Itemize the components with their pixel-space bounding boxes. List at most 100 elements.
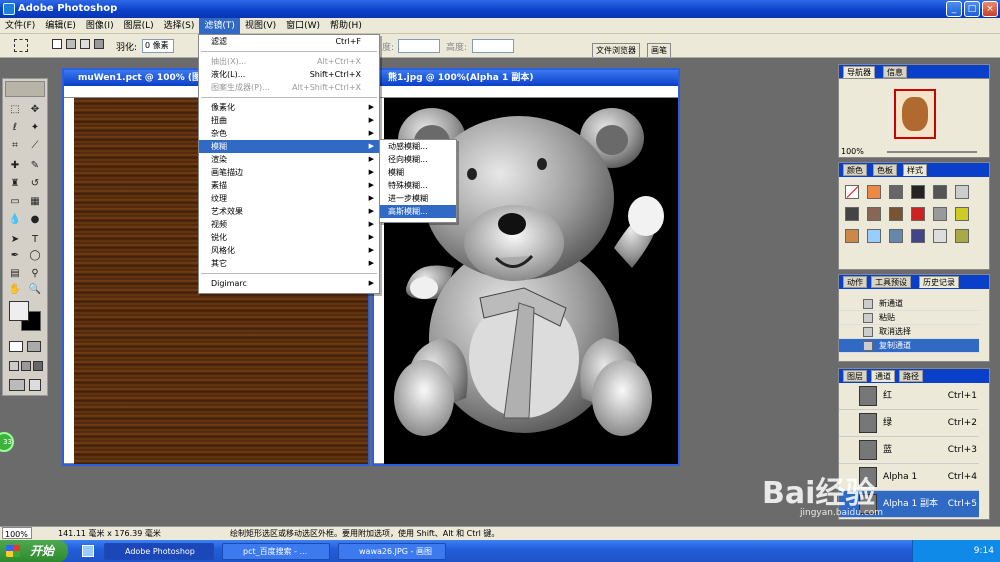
menu-filter[interactable]: 滤镜(T) xyxy=(199,18,240,34)
intersect-selection-icon[interactable] xyxy=(94,39,104,49)
history-item[interactable]: 取消选择 xyxy=(839,325,979,339)
filter-menu-item[interactable]: 滤滤 Ctrl+F xyxy=(199,35,379,48)
screen-mode-3-icon[interactable] xyxy=(33,361,43,371)
style-swatch[interactable] xyxy=(889,229,903,243)
foreground-color-swatch[interactable] xyxy=(9,301,29,321)
style-swatch[interactable] xyxy=(911,207,925,221)
tab-actions[interactable]: 动作 xyxy=(843,276,867,288)
style-swatch[interactable] xyxy=(933,229,947,243)
move-icon[interactable]: ✥ xyxy=(27,103,43,117)
blur-menu-item[interactable]: 特殊模糊... xyxy=(380,179,456,192)
style-swatch[interactable] xyxy=(889,185,903,199)
menu-window[interactable]: 窗口(W) xyxy=(281,18,325,34)
jump-to-icon[interactable] xyxy=(29,379,41,391)
blur-menu-item[interactable]: 模糊 xyxy=(380,166,456,179)
hand-icon[interactable]: ✋ xyxy=(7,283,23,297)
menu-help[interactable]: 帮助(H) xyxy=(325,18,367,34)
tab-styles[interactable]: 样式 xyxy=(903,164,927,176)
blur-menu-item[interactable]: 高斯模糊... xyxy=(380,205,456,218)
style-swatch[interactable] xyxy=(867,207,881,221)
screen-mode-2-icon[interactable] xyxy=(21,361,31,371)
screen-mode-1-icon[interactable] xyxy=(9,361,19,371)
eyedropper-icon[interactable]: ⚲ xyxy=(27,267,43,281)
style-swatch[interactable] xyxy=(955,207,969,221)
quick-mask-icon[interactable] xyxy=(27,341,41,352)
close-button[interactable]: × xyxy=(982,1,998,17)
path-select-icon[interactable]: ➤ xyxy=(7,233,23,247)
style-none[interactable] xyxy=(845,185,859,199)
crop-icon[interactable]: ⌗ xyxy=(7,139,23,153)
filter-menu-item[interactable]: 液化(L)... Shift+Ctrl+X xyxy=(199,68,379,81)
history-item[interactable]: 粘贴 xyxy=(839,311,979,325)
style-swatch[interactable] xyxy=(933,185,947,199)
filter-menu-item[interactable]: 纹理 ▶ xyxy=(199,192,379,205)
menu-view[interactable]: 视图(V) xyxy=(240,18,281,34)
task-paint[interactable]: wawa26.JPG - 画图 xyxy=(338,543,446,560)
show-desktop-icon[interactable] xyxy=(82,545,94,557)
blur-icon[interactable]: 💧 xyxy=(7,213,23,227)
style-swatch[interactable] xyxy=(955,185,969,199)
notes-icon[interactable]: ▤ xyxy=(7,267,23,281)
history-brush-icon[interactable]: ↺ xyxy=(27,177,43,191)
filter-menu-item[interactable]: 风格化 ▶ xyxy=(199,244,379,257)
magic-wand-icon[interactable]: ✦ xyxy=(27,121,43,135)
brush-icon[interactable]: ✎ xyxy=(27,159,43,173)
filter-menu-item[interactable]: 杂色 ▶ xyxy=(199,127,379,140)
filter-menu-item[interactable]: 扭曲 ▶ xyxy=(199,114,379,127)
filter-menu-item[interactable]: 素描 ▶ xyxy=(199,179,379,192)
history-item[interactable]: 复制通道 xyxy=(839,339,979,353)
doc2-title[interactable]: 熊1.jpg @ 100%(Alpha 1 副本) xyxy=(374,70,678,86)
gradient-icon[interactable]: ▦ xyxy=(27,195,43,209)
menu-layer[interactable]: 图层(L) xyxy=(119,18,159,34)
status-zoom[interactable]: 100% xyxy=(2,527,32,539)
height-input[interactable] xyxy=(472,39,514,53)
blur-menu-item[interactable]: 进一步模糊 xyxy=(380,192,456,205)
filter-menu-item[interactable]: Digimarc ▶ xyxy=(199,277,379,290)
menu-image[interactable]: 图像(I) xyxy=(81,18,119,34)
new-selection-icon[interactable] xyxy=(52,39,62,49)
channel-row[interactable]: 红 Ctrl+1 xyxy=(839,383,979,410)
navigator-zoom[interactable]: 100% xyxy=(841,147,864,156)
tab-brushes[interactable]: 画笔 xyxy=(647,43,671,57)
dodge-icon[interactable]: ● xyxy=(27,213,43,227)
feather-input[interactable]: 0 像素 xyxy=(142,39,174,53)
menu-file[interactable]: 文件(F) xyxy=(0,18,40,34)
eraser-icon[interactable]: ▭ xyxy=(7,195,23,209)
channel-row[interactable]: 绿 Ctrl+2 xyxy=(839,410,979,437)
style-swatch[interactable] xyxy=(911,185,925,199)
standard-mode-icon[interactable] xyxy=(9,341,23,352)
imageready-icon[interactable] xyxy=(9,379,25,391)
filter-menu-item[interactable]: 画笔描边 ▶ xyxy=(199,166,379,179)
type-icon[interactable]: T xyxy=(27,233,43,247)
style-swatch[interactable] xyxy=(845,207,859,221)
tab-color[interactable]: 颜色 xyxy=(843,164,867,176)
tab-navigator[interactable]: 导航器 xyxy=(843,66,875,78)
channel-row[interactable]: 蓝 Ctrl+3 xyxy=(839,437,979,464)
filter-menu-item[interactable]: 锐化 ▶ xyxy=(199,231,379,244)
history-item[interactable]: 新通道 xyxy=(839,297,979,311)
style-swatch[interactable] xyxy=(933,207,947,221)
filter-menu-item[interactable]: 视频 ▶ xyxy=(199,218,379,231)
stamp-icon[interactable]: ♜ xyxy=(7,177,23,191)
filter-menu-item[interactable]: 艺术效果 ▶ xyxy=(199,205,379,218)
zoom-icon[interactable]: 🔍 xyxy=(27,283,43,297)
task-photoshop[interactable]: Adobe Photoshop xyxy=(104,543,214,560)
tab-swatches[interactable]: 色板 xyxy=(873,164,897,176)
width-input[interactable] xyxy=(398,39,440,53)
pen-icon[interactable]: ✒ xyxy=(7,249,23,263)
marquee-tool-icon[interactable] xyxy=(14,39,28,52)
filter-menu-item[interactable]: 像素化 ▶ xyxy=(199,101,379,114)
blur-menu-item[interactable]: 动感模糊... xyxy=(380,140,456,153)
tab-file-browser[interactable]: 文件浏览器 xyxy=(592,43,640,57)
style-swatch[interactable] xyxy=(867,229,881,243)
style-swatch[interactable] xyxy=(955,229,969,243)
minimize-button[interactable]: _ xyxy=(946,1,962,17)
style-swatch[interactable] xyxy=(845,229,859,243)
marquee-icon[interactable]: ⬚ xyxy=(7,103,23,117)
navigator-thumbnail[interactable] xyxy=(894,89,936,139)
style-swatch[interactable] xyxy=(889,207,903,221)
style-swatch[interactable] xyxy=(911,229,925,243)
filter-menu-item[interactable]: 其它 ▶ xyxy=(199,257,379,270)
maximize-button[interactable]: □ xyxy=(964,1,980,17)
blur-menu-item[interactable]: 径向模糊... xyxy=(380,153,456,166)
